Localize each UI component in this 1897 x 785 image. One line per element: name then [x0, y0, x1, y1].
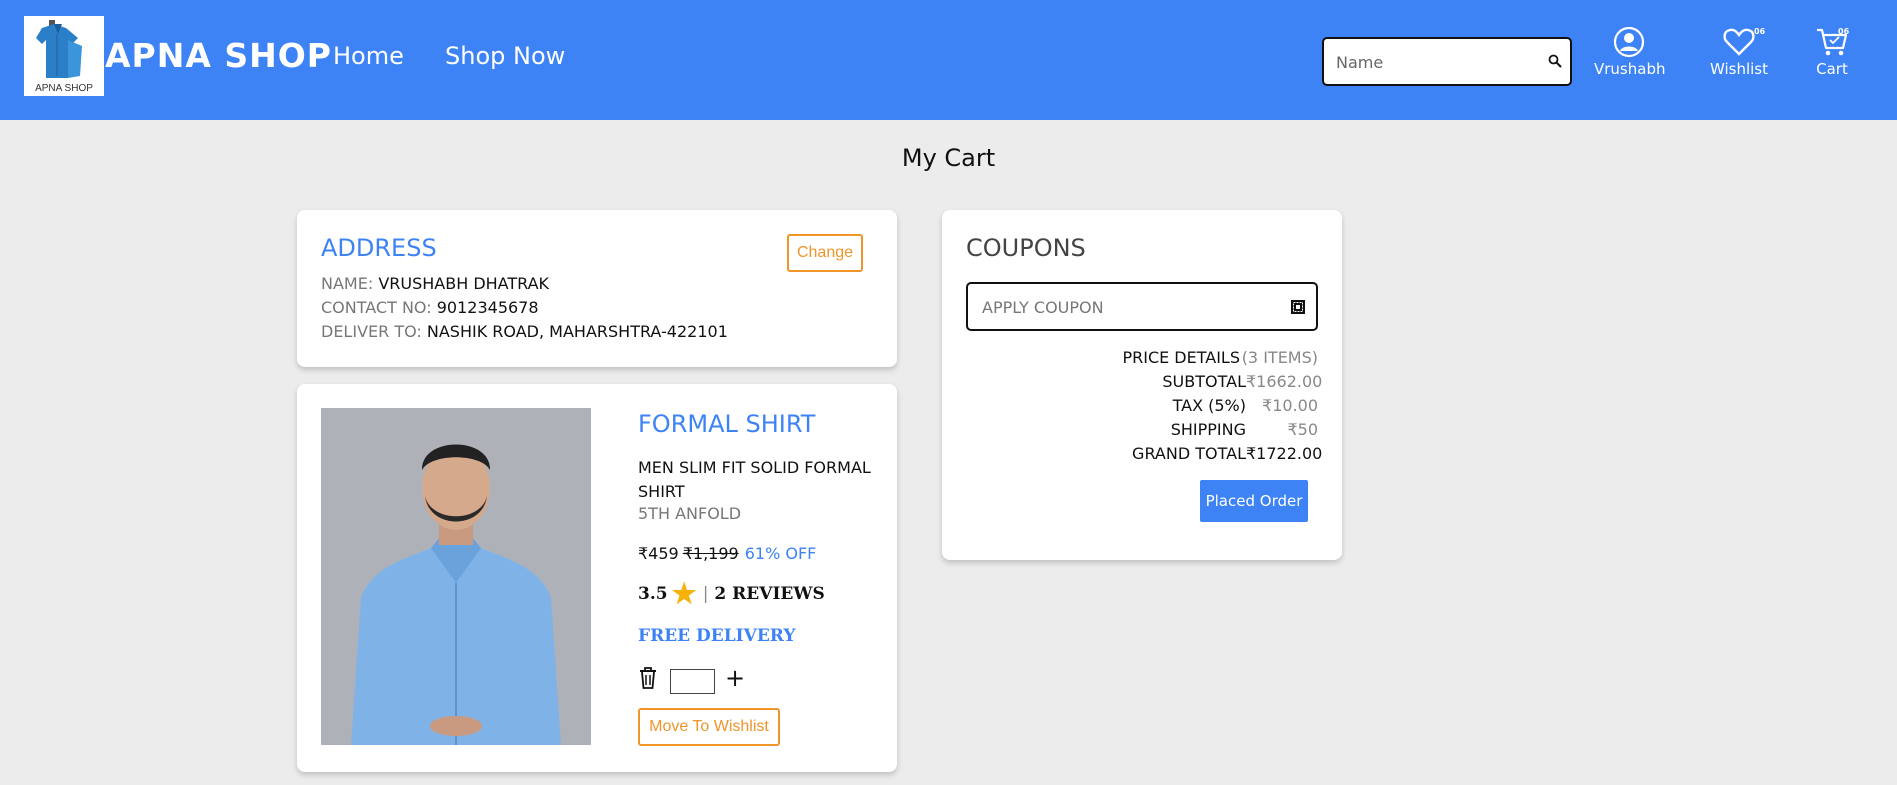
shipping-value: ₹50	[1287, 420, 1318, 439]
grand-total-label: GRAND TOTAL	[1132, 444, 1246, 463]
heart-icon	[1723, 28, 1755, 56]
wishlist-label: Wishlist	[1709, 60, 1769, 78]
original-price: ₹1,199	[682, 544, 739, 563]
trash-icon[interactable]	[638, 666, 658, 694]
address-contact-line: CONTACT NO: 9012345678	[321, 298, 539, 317]
brand-name[interactable]: APNA SHOP	[105, 36, 332, 75]
search-icon[interactable]	[1548, 53, 1562, 72]
price-details-items: (3 ITEMS)	[1241, 348, 1318, 367]
price-details-label: PRICE DETAILS	[1122, 348, 1240, 367]
tax-value: ₹10.00	[1262, 396, 1318, 415]
top-navbar: APNA SHOP APNA SHOP Home Shop Now Vrusha…	[0, 0, 1897, 120]
contact-label: CONTACT NO:	[321, 298, 432, 317]
user-icon	[1613, 26, 1645, 58]
coupon-input[interactable]	[982, 296, 1282, 318]
product-brand: 5TH ANFOLD	[638, 504, 742, 523]
tax-label: TAX (5%)	[1172, 396, 1246, 415]
quantity-stepper: +	[638, 666, 745, 694]
free-delivery-label: FREE DELIVERY	[638, 626, 796, 646]
address-card: ADDRESS Change NAME: VRUSHABH DHATRAK CO…	[297, 210, 897, 367]
product-description: MEN SLIM FIT SOLID FORMAL SHIRT	[638, 458, 871, 501]
wishlist-link[interactable]: 06 Wishlist	[1706, 26, 1772, 78]
shirt-logo-icon	[36, 20, 82, 78]
name-label: NAME:	[321, 274, 374, 293]
deliver-label: DELIVER TO:	[321, 322, 422, 341]
subtotal-row: SUBTOTAL ₹1662.00	[1122, 370, 1323, 394]
rating-value: 3.5	[638, 584, 668, 604]
page-title: My Cart	[901, 144, 996, 172]
deliver-value: NASHIK ROAD, MAHARSHTRA-422101	[426, 322, 728, 341]
wishlist-count-badge: 06	[1754, 27, 1766, 36]
price-details: PRICE DETAILS (3 ITEMS) SUBTOTAL ₹1662.0…	[1122, 346, 1323, 466]
shipping-row: SHIPPING ₹50	[1122, 418, 1318, 442]
cart-count-badge: 06	[1838, 27, 1850, 36]
rating-row: 3.5 ★ | 2 REVIEWS	[638, 577, 825, 610]
product-image[interactable]	[321, 408, 591, 745]
grand-total-value: ₹1722.00	[1246, 444, 1323, 463]
cart-link[interactable]: 06 Cart	[1812, 26, 1852, 78]
nav-shop-now[interactable]: Shop Now	[445, 42, 565, 70]
search-input[interactable]	[1336, 50, 1536, 74]
subtotal-value: ₹1662.00	[1246, 372, 1323, 391]
subtotal-label: SUBTOTAL	[1162, 372, 1246, 391]
current-price: ₹459	[638, 544, 679, 563]
address-title: ADDRESS	[321, 234, 437, 262]
shipping-label: SHIPPING	[1170, 420, 1246, 439]
contact-value: 9012345678	[436, 298, 539, 317]
cart-label: Cart	[1816, 60, 1848, 78]
coupons-title: COUPONS	[966, 234, 1086, 262]
shop-logo[interactable]: APNA SHOP	[24, 16, 104, 96]
price-row: ₹459 ₹1,199 61% OFF	[638, 544, 816, 563]
name-value: VRUSHABH DHATRAK	[378, 274, 550, 293]
move-to-wishlist-button[interactable]: Move To Wishlist	[638, 708, 780, 746]
grand-total-row: GRAND TOTAL ₹1722.00	[1122, 442, 1323, 466]
user-label: Vrushabh	[1594, 60, 1666, 78]
rating-divider: |	[702, 584, 709, 604]
change-address-button[interactable]: Change	[787, 234, 863, 272]
coupon-field	[966, 282, 1318, 331]
star-icon: ★	[671, 577, 697, 610]
reviews-count: 2 REVIEWS	[714, 584, 825, 604]
address-name-line: NAME: VRUSHABH DHATRAK	[321, 274, 549, 293]
user-account[interactable]: Vrushabh	[1594, 26, 1666, 78]
coupon-apply-icon[interactable]	[1290, 299, 1306, 319]
quantity-input[interactable]	[670, 669, 715, 694]
tax-row: TAX (5%) ₹10.00	[1122, 394, 1318, 418]
search-box	[1322, 37, 1572, 86]
coupons-card: COUPONS PRICE DETAILS (3 ITEMS) SUBTOTAL…	[942, 210, 1342, 560]
cart-item-card: FORMAL SHIRT MEN SLIM FIT SOLID FORMAL S…	[297, 384, 897, 772]
discount-label: 61% OFF	[744, 544, 817, 563]
nav-home[interactable]: Home	[333, 42, 404, 70]
plus-icon[interactable]: +	[725, 666, 745, 690]
price-details-header: PRICE DETAILS (3 ITEMS)	[1122, 346, 1318, 370]
logo-caption: APNA SHOP	[35, 83, 93, 94]
place-order-button[interactable]: Placed Order	[1200, 480, 1308, 522]
address-deliver-line: DELIVER TO: NASHIK ROAD, MAHARSHTRA-4221…	[321, 322, 728, 341]
product-title[interactable]: FORMAL SHIRT	[638, 410, 815, 438]
